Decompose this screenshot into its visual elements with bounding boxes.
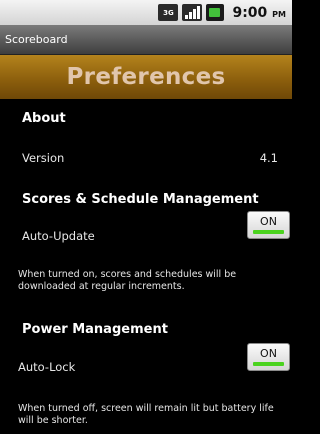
auto-lock-toggle-text: ON — [260, 347, 277, 360]
auto-update-toggle-text: ON — [260, 215, 277, 228]
network-3g-icon: 3G — [158, 4, 179, 21]
battery-icon — [206, 4, 225, 21]
preferences-banner: Preferences — [0, 55, 292, 99]
signal-icon — [182, 4, 203, 21]
version-label: Version — [22, 151, 65, 165]
auto-update-indicator — [253, 230, 284, 234]
version-value: 4.1 — [259, 151, 278, 165]
auto-lock-indicator — [253, 362, 284, 366]
section-header-about: About — [22, 111, 66, 126]
auto-update-label: Auto-Update — [22, 229, 95, 243]
auto-update-note: When turned on, scores and schedules wil… — [18, 269, 237, 292]
section-header-scores: Scores & Schedule Management — [22, 192, 259, 207]
auto-lock-note: When turned off, screen will remain lit … — [18, 403, 274, 426]
auto-update-toggle[interactable]: ON — [247, 211, 290, 239]
status-bar: 3G 9:00 PM — [0, 0, 292, 25]
app-title: Scoreboard — [5, 33, 68, 46]
app-title-bar: Scoreboard — [0, 25, 292, 55]
auto-lock-toggle[interactable]: ON — [247, 343, 290, 371]
status-time: 9:00 PM — [232, 4, 286, 21]
auto-lock-label: Auto-Lock — [18, 360, 76, 374]
banner-title: Preferences — [66, 64, 226, 90]
section-header-power: Power Management — [22, 322, 168, 337]
